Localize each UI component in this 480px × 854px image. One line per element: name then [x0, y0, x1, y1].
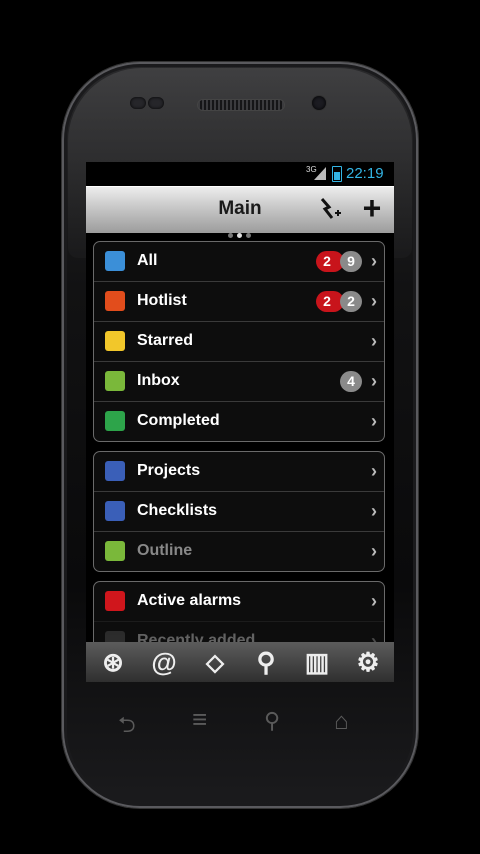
- list-item-all[interactable]: All 2 9 ›: [94, 242, 384, 281]
- list-item-label: All: [137, 252, 158, 269]
- chevron-right-icon: ›: [371, 371, 377, 391]
- page-dot-active: [237, 233, 242, 238]
- list-item-completed[interactable]: Completed ›: [94, 401, 384, 441]
- list-item-label: Outline: [137, 542, 193, 559]
- lifebuoy-icon[interactable]: ⊛: [97, 646, 129, 678]
- notebook-icon[interactable]: ▥: [301, 646, 333, 678]
- list-item-checklists[interactable]: Checklists ›: [94, 491, 384, 531]
- count-badge: 4: [340, 371, 362, 392]
- page-dot: [246, 233, 251, 238]
- chevron-right-icon: ›: [371, 331, 377, 351]
- list-item-label: Active alarms: [137, 592, 242, 609]
- home-nav-icon[interactable]: ⌂: [334, 708, 349, 736]
- all-tasks-icon: [105, 251, 125, 271]
- list-item-outline[interactable]: Outline ›: [94, 531, 384, 571]
- list-item-hotlist[interactable]: Hotlist 2 2 ›: [94, 281, 384, 321]
- check-icon: [105, 411, 125, 431]
- battery-icon: [332, 166, 342, 182]
- list-item-label: Projects: [137, 462, 201, 479]
- app-screen: 3G 22:19 Main + All 2 9 › Hotlist 2 2 › Starred ›…: [86, 162, 394, 682]
- quick-add-icon[interactable]: [320, 197, 342, 221]
- search-icon[interactable]: ⚲: [250, 646, 282, 678]
- page-title: Main: [218, 198, 262, 219]
- chevron-right-icon: ›: [371, 501, 377, 521]
- chevron-right-icon: ›: [371, 291, 377, 311]
- inbox-icon: [105, 371, 125, 391]
- list-item-projects[interactable]: Projects ›: [94, 452, 384, 491]
- page-dot: [228, 233, 233, 238]
- list-item-label: Completed: [137, 412, 220, 429]
- at-icon[interactable]: @: [148, 646, 180, 678]
- chevron-right-icon: ›: [371, 411, 377, 431]
- chevron-right-icon: ›: [371, 591, 377, 611]
- earpiece-speaker: [198, 100, 284, 110]
- list-item-label: Hotlist: [137, 292, 187, 309]
- tag-icon[interactable]: ⬦: [199, 646, 231, 678]
- list-item-label: Starred: [137, 332, 194, 349]
- settings-icon[interactable]: ⚙: [352, 646, 384, 678]
- chevron-right-icon: ›: [371, 541, 377, 561]
- sensor-icon: [148, 97, 164, 109]
- count-badge: 9: [340, 251, 362, 272]
- views-group: Projects › Checklists › Outline ›: [93, 451, 385, 572]
- status-bar: 3G 22:19: [86, 162, 394, 186]
- clock: 22:19: [346, 165, 384, 182]
- alarm-icon: [105, 591, 125, 611]
- hotlist-icon: [105, 291, 125, 311]
- back-nav-icon[interactable]: ⮌: [118, 708, 136, 746]
- add-task-button[interactable]: +: [358, 191, 386, 225]
- projects-icon: [105, 461, 125, 481]
- smart-lists-group: All 2 9 › Hotlist 2 2 › Starred › Inbox 4 › Completed…: [93, 241, 385, 442]
- list-item-label: Checklists: [137, 502, 218, 519]
- list-item-inbox[interactable]: Inbox 4 ›: [94, 361, 384, 401]
- outline-icon: [105, 541, 125, 561]
- list-item-active-alarms[interactable]: Active alarms ›: [94, 582, 384, 621]
- menu-nav-icon[interactable]: ≡: [192, 704, 207, 735]
- sensor-icon: [130, 97, 146, 109]
- list-item-label: Inbox: [137, 372, 180, 389]
- chevron-right-icon: ›: [371, 251, 377, 271]
- signal-icon: [314, 167, 326, 180]
- bottom-toolbar: ⊛ @ ⬦ ⚲ ▥ ⚙: [86, 642, 394, 682]
- count-badge: 2: [340, 291, 362, 312]
- checklist-icon: [105, 501, 125, 521]
- star-icon: [105, 331, 125, 351]
- list-item-starred[interactable]: Starred ›: [94, 321, 384, 361]
- chevron-right-icon: ›: [371, 461, 377, 481]
- front-camera-icon: [312, 96, 326, 110]
- search-nav-icon[interactable]: ⚲: [264, 708, 280, 734]
- alarms-group: Active alarms › Recently added ›: [93, 581, 385, 648]
